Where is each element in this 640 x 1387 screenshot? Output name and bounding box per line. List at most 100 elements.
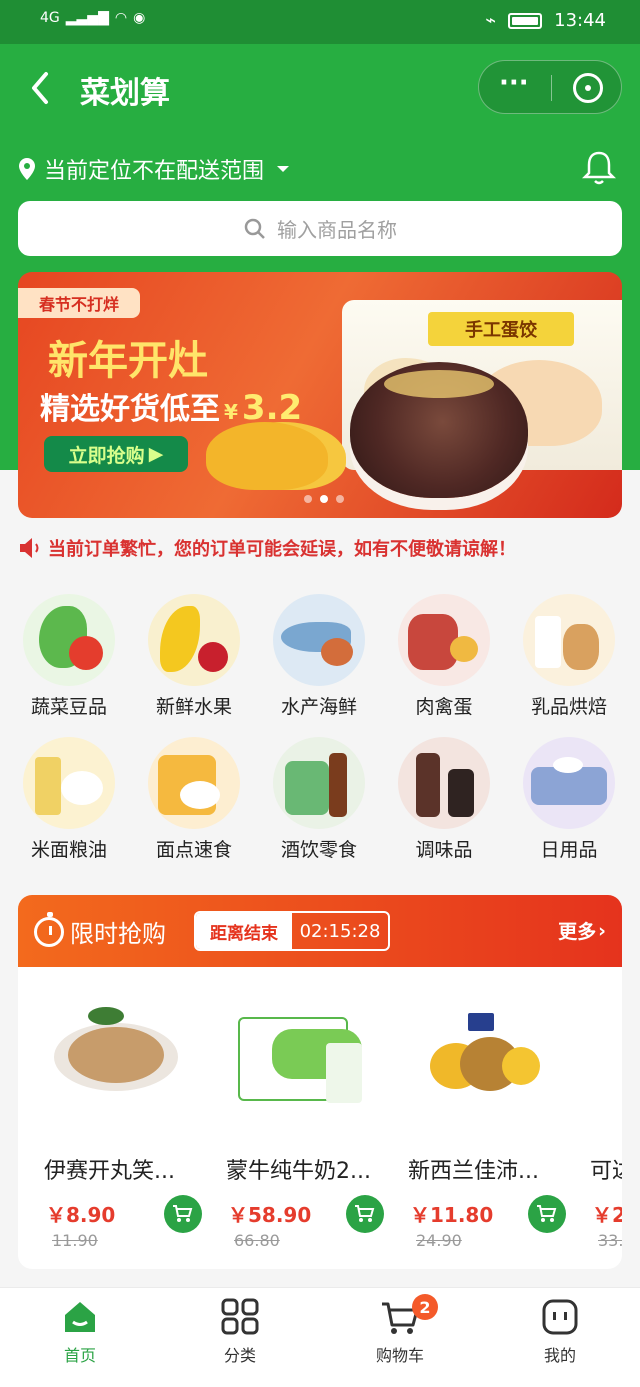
category-label: 调味品 — [415, 839, 473, 861]
carousel-dot[interactable] — [336, 495, 344, 503]
seasoning-image — [398, 737, 490, 829]
wifi-icon: ◠ — [114, 10, 128, 26]
status-left: 4G ▂▃▅▇ ◠ ◉ — [40, 10, 145, 26]
product-card[interactable]: 新西兰佳沛... ￥11.80 24.90 — [400, 999, 572, 1250]
flash-sale-header: 限时抢购 距离结束 02:15:28 更多 › — [18, 895, 622, 967]
category-drinks-snacks[interactable]: 酒饮零食 — [257, 723, 381, 861]
tab-label: 购物车 — [375, 1346, 424, 1365]
more-label: 更多 — [558, 921, 597, 943]
cart-icon — [173, 1205, 193, 1222]
category-dairy-bakery[interactable]: 乳品烘焙 — [507, 580, 631, 718]
product-old-price: 24.90 — [416, 1231, 462, 1250]
banner-tag: 春节不打烊 — [18, 288, 140, 318]
product-card[interactable]: 蒙牛纯牛奶2... ￥58.90 66.80 — [218, 999, 390, 1250]
instant-food-image — [148, 737, 240, 829]
clock-time: 13:44 — [554, 10, 606, 31]
product-name: 可达 — [590, 1159, 622, 1184]
more-dots-icon[interactable]: ··· — [499, 70, 529, 96]
tab-label: 分类 — [223, 1346, 256, 1365]
back-arrow-icon[interactable] — [24, 66, 56, 110]
product-name: 新西兰佳沛... — [408, 1159, 539, 1184]
search-bar[interactable]: 输入商品名称 — [18, 201, 622, 256]
category-instant-food[interactable]: 面点速食 — [132, 723, 256, 861]
tab-categories[interactable]: 分类 — [190, 1298, 290, 1376]
add-to-cart-button[interactable] — [346, 1195, 384, 1233]
tab-label: 首页 — [63, 1346, 96, 1365]
service-notice: 当前订单繁忙，您的订单可能会延误，如有不便敬请谅解！ — [18, 532, 622, 564]
search-icon — [244, 218, 265, 239]
cart-icon — [537, 1205, 557, 1222]
category-label: 水产海鲜 — [280, 696, 357, 718]
product-price: ￥2 — [592, 1203, 622, 1227]
category-vegetables[interactable]: 蔬菜豆品 — [7, 580, 131, 718]
product-price: ￥58.90 — [228, 1203, 312, 1227]
banner-title: 新年开灶 — [48, 338, 208, 384]
category-label: 新鲜水果 — [155, 696, 232, 718]
speaker-icon — [20, 538, 39, 558]
add-to-cart-button[interactable] — [528, 1195, 566, 1233]
silent-bell-icon: ⌁ — [485, 10, 497, 31]
cart-icon — [355, 1205, 375, 1222]
category-label: 肉禽蛋 — [415, 696, 473, 718]
milk-box-image — [232, 999, 368, 1111]
vegetables-image — [23, 594, 115, 686]
category-seafood[interactable]: 水产海鲜 — [257, 580, 381, 718]
status-right: ⌁ 13:44 — [485, 10, 606, 31]
product-old-price: 11.90 — [52, 1231, 98, 1250]
flash-sale-title: 限时抢购 — [70, 920, 166, 948]
cake-topping-image — [384, 370, 494, 398]
countdown-value: 02:15:28 — [299, 920, 381, 942]
stopwatch-icon — [34, 912, 64, 947]
tab-cart[interactable]: 2 购物车 — [350, 1294, 450, 1376]
carousel-dot[interactable] — [304, 495, 312, 503]
miniapp-capsule: ··· — [478, 60, 622, 114]
signal-icon: ▂▃▅▇ — [65, 10, 109, 26]
promo-banner[interactable]: 春节不打烊 新年开灶 精选好货低至 ¥ 3.2 立即抢购 ▶ 手工蛋饺 — [18, 272, 622, 518]
battery-icon — [508, 12, 543, 29]
tab-label: 我的 — [543, 1346, 576, 1365]
top-header: 菜划算 ··· — [0, 44, 640, 136]
category-grid: 蔬菜豆品 新鲜水果 水产海鲜 肉禽蛋 乳品烘焙 米面粮油 面点速食 酒饮零食 调… — [0, 580, 640, 870]
notice-text: 当前订单繁忙，您的订单可能会延误，如有不便敬请谅解！ — [48, 539, 516, 560]
grain-oil-image — [23, 737, 115, 829]
category-label: 酒饮零食 — [280, 839, 357, 861]
product-card-partial[interactable]: 可达 ￥2 33. — [582, 999, 622, 1249]
tab-profile[interactable]: 我的 — [510, 1298, 610, 1376]
notification-bell-icon[interactable] — [582, 148, 616, 186]
location-text: 当前定位不在配送范围 — [44, 159, 265, 184]
category-seasoning[interactable]: 调味品 — [382, 723, 506, 861]
product-card[interactable]: 伊赛开丸笑... ￥8.90 11.90 — [36, 999, 208, 1250]
drinks-snacks-image — [273, 737, 365, 829]
product-price: ￥8.90 — [46, 1203, 116, 1227]
grid-icon — [221, 1298, 259, 1335]
category-meat-eggs[interactable]: 肉禽蛋 — [382, 580, 506, 718]
product-old-price: 66.80 — [234, 1231, 280, 1250]
category-fruit[interactable]: 新鲜水果 — [132, 580, 256, 718]
product-name: 伊赛开丸笑... — [44, 1159, 175, 1184]
category-daily-goods[interactable]: 日用品 — [507, 723, 631, 861]
category-label: 日用品 — [540, 839, 598, 861]
capsule-divider — [551, 75, 552, 101]
buy-now-button[interactable]: 立即抢购 ▶ — [44, 436, 188, 472]
search-placeholder: 输入商品名称 — [277, 218, 397, 242]
play-arrow-icon: ▶ — [148, 443, 164, 465]
network-label: 4G — [40, 10, 60, 26]
package-brand: 手工蛋饺 — [428, 312, 574, 346]
category-label: 米面粮油 — [30, 839, 107, 861]
tab-home[interactable]: 首页 — [30, 1298, 130, 1376]
category-label: 蔬菜豆品 — [30, 696, 107, 718]
add-to-cart-button[interactable] — [164, 1195, 202, 1233]
product-name: 蒙牛纯牛奶2... — [226, 1159, 371, 1184]
carousel-dot-active[interactable] — [320, 495, 328, 503]
banner-currency: ¥ — [224, 400, 238, 424]
banner-subtitle-text: 精选好货低至 — [40, 392, 220, 427]
product-price: ￥11.80 — [410, 1203, 494, 1227]
dairy-bakery-image — [523, 594, 615, 686]
carousel-dots — [304, 495, 344, 503]
location-selector[interactable]: 当前定位不在配送范围 — [18, 150, 318, 188]
buy-now-label: 立即抢购 — [68, 444, 145, 467]
seafood-image — [273, 594, 365, 686]
target-close-icon[interactable] — [573, 73, 603, 103]
category-grain-oil[interactable]: 米面粮油 — [7, 723, 131, 861]
more-link[interactable]: 更多 › — [558, 917, 606, 944]
